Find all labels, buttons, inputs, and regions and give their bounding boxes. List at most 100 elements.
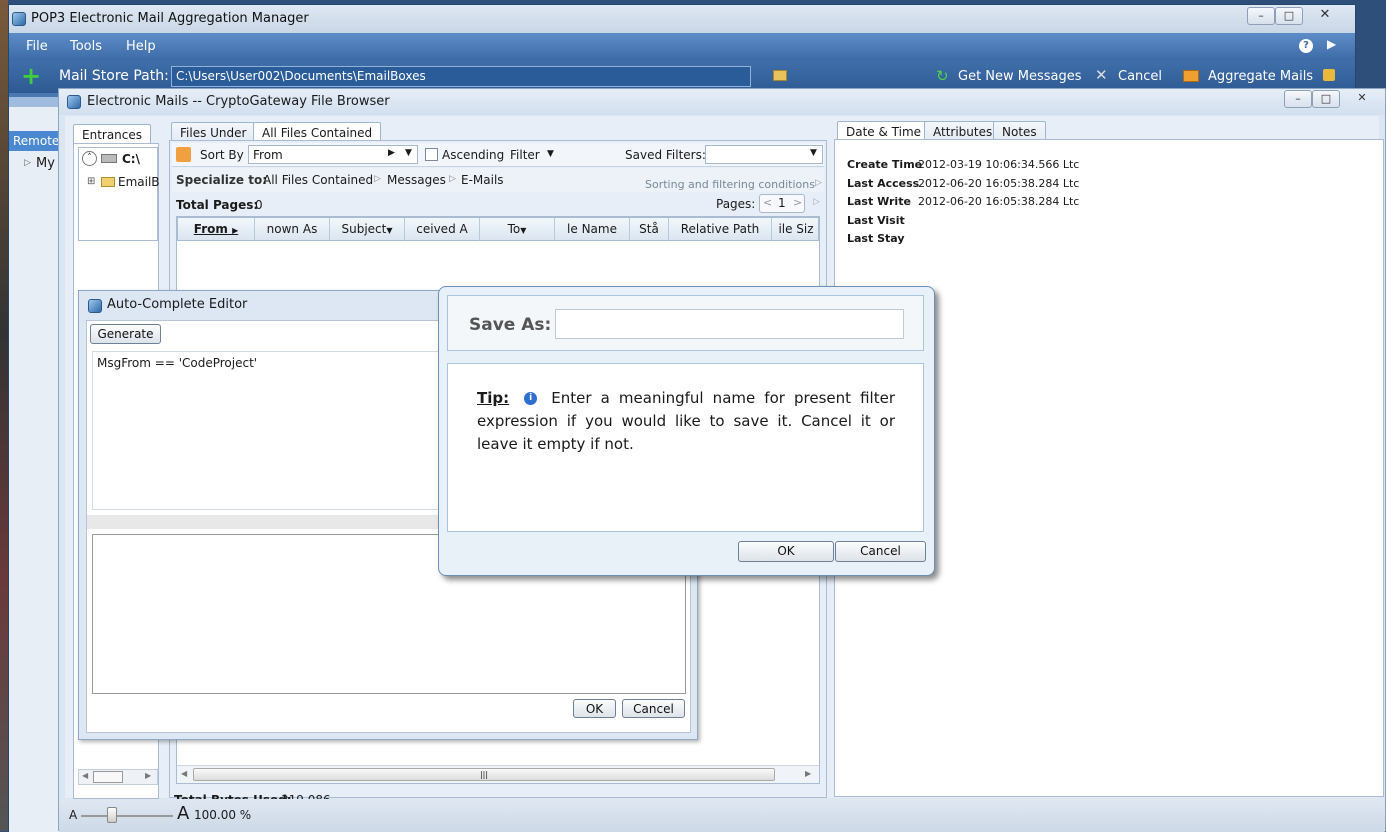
editor-title: Auto-Complete Editor [107, 297, 248, 312]
drive-label[interactable]: C:\ [122, 152, 140, 166]
chevron-right-icon[interactable]: ▶ [1327, 37, 1336, 51]
scroll-thumb[interactable] [93, 771, 123, 783]
add-icon[interactable]: + [21, 62, 41, 90]
save-cancel-button[interactable]: Cancel [835, 541, 926, 562]
last-visit-label: Last Visit [847, 214, 905, 227]
editor-cancel-button[interactable]: Cancel [622, 699, 685, 718]
saved-filters-chevron-icon: ▼ [810, 148, 817, 158]
page-navigator[interactable]: < 1 > [759, 194, 805, 213]
maximize-button[interactable]: □ [1275, 7, 1303, 25]
aggregate-mails-button[interactable]: Aggregate Mails [1208, 69, 1313, 84]
mail-store-path-input[interactable]: C:\Users\User002\Documents\EmailBoxes [171, 66, 751, 87]
breadcrumb-emails[interactable]: E-Mails [461, 173, 504, 187]
tip-label: Tip: [477, 389, 510, 407]
folder-icon [101, 177, 115, 187]
menu-help[interactable]: Help [126, 39, 156, 54]
zoom-slider-thumb[interactable] [107, 807, 117, 823]
browser-close-button[interactable]: ✕ [1344, 90, 1380, 108]
menu-tools[interactable]: Tools [70, 39, 102, 54]
aggregate-icon[interactable] [1183, 70, 1199, 82]
grid-scroll-thumb[interactable]: ||| [193, 768, 775, 781]
column-file-name[interactable]: le Name [555, 218, 630, 241]
scroll-right-icon[interactable]: ▶ [145, 771, 151, 780]
tip-panel: Tip: i Enter a meaningful name for prese… [447, 363, 924, 532]
sort-by-select[interactable]: From ▶ ▼ [248, 145, 418, 164]
desktop-background [0, 0, 8, 831]
breadcrumb-messages[interactable]: Messages [387, 173, 446, 187]
conditions-chevron-icon[interactable]: ▷ [815, 178, 822, 188]
browser-maximize-button[interactable]: □ [1312, 90, 1340, 108]
conditions-label[interactable]: Sorting and filtering conditions [645, 178, 815, 191]
minimize-button[interactable]: – [1247, 7, 1275, 25]
scroll-left-icon[interactable]: ◀ [181, 769, 187, 778]
save-ok-button[interactable]: OK [738, 541, 834, 562]
filter-menu[interactable]: Filter [510, 148, 540, 162]
scroll-left-icon[interactable]: ◀ [82, 771, 88, 780]
last-access-value: 2012-06-20 16:05:38.284 Ltc [918, 177, 1080, 190]
column-subject[interactable]: Subject▼ [330, 218, 405, 241]
tab-entrances[interactable]: Entrances [73, 124, 152, 145]
last-page-icon[interactable]: ▷ [813, 197, 820, 207]
help-icon[interactable]: ? [1299, 39, 1313, 53]
app-icon [12, 12, 26, 26]
paging-bar: Total Pages: 0 Pages: < 1 > ▷ [172, 193, 824, 215]
column-to[interactable]: To▼ [480, 218, 555, 241]
filter-icon: ▼ [386, 226, 393, 235]
main-window-title: POP3 Electronic Mail Aggregation Manager [31, 11, 309, 26]
saved-filters-label: Saved Filters: [625, 148, 706, 162]
pages-label: Pages: [716, 197, 756, 211]
close-button[interactable]: ✕ [1303, 7, 1347, 25]
filter-chevron-down-icon[interactable]: ▼ [547, 149, 554, 159]
file-browser-title-bar: Electronic Mails -- CryptoGateway File B… [59, 89, 1385, 115]
last-write-value: 2012-06-20 16:05:38.284 Ltc [918, 195, 1080, 208]
entrances-scrollbar[interactable]: ◀ ▶ [78, 769, 158, 785]
column-relative-path[interactable]: Relative Path [669, 218, 772, 241]
last-access-label: Last Access [847, 177, 920, 190]
tip-content: Tip: i Enter a meaningful name for prese… [477, 387, 895, 456]
chevron-right-icon: ▶ [388, 148, 395, 158]
column-received-at[interactable]: ceived A [405, 218, 480, 241]
column-file-size[interactable]: ile Siz [772, 218, 820, 241]
page-number[interactable]: 1 [778, 196, 786, 210]
mail-store-path-label: Mail Store Path: [59, 68, 169, 84]
remote-pane: Remote ▷ My [9, 97, 61, 832]
browser-minimize-button[interactable]: – [1284, 90, 1312, 108]
ascending-checkbox[interactable] [425, 148, 438, 161]
refresh-icon[interactable]: ↻ [936, 67, 949, 85]
cancel-icon[interactable]: ✕ [1095, 66, 1108, 84]
expression-text: MsgFrom == 'CodeProject' [97, 356, 258, 370]
save-as-dialog: Save As: Tip: i Enter a meaningful name … [438, 286, 935, 576]
expand-icon[interactable]: ▷ [24, 158, 31, 168]
sort-filter-bar: Sort By From ▶ ▼ Ascending Filter ▼ Save… [172, 143, 824, 167]
total-pages-label: Total Pages: [176, 198, 259, 212]
column-status[interactable]: Stå [630, 218, 669, 241]
next-page-icon[interactable]: > [793, 196, 802, 209]
breadcrumb-separator-icon: ▷ [374, 174, 381, 184]
column-from[interactable]: From ▶ [178, 218, 255, 241]
folder-browse-icon[interactable] [773, 70, 787, 81]
collapse-icon[interactable]: ˄ [82, 151, 97, 166]
sort-by-value: From [253, 148, 283, 162]
expand-folder-icon[interactable]: ⊞ [87, 176, 95, 187]
prev-page-icon[interactable]: < [763, 196, 772, 209]
status-bar: A A 100.00 % [59, 799, 1385, 832]
editor-ok-button[interactable]: OK [573, 699, 616, 718]
create-time-value: 2012-03-19 10:06:34.566 Ltc [918, 158, 1080, 171]
cancel-button[interactable]: Cancel [1118, 69, 1162, 84]
column-known-as[interactable]: nown As [255, 218, 330, 241]
zoom-in-label: A [177, 803, 190, 824]
get-new-messages-button[interactable]: Get New Messages [958, 69, 1082, 84]
breadcrumb-all-files[interactable]: All Files Contained [263, 173, 373, 187]
column-subject-label: Subject [341, 222, 387, 236]
zoom-slider[interactable] [81, 815, 173, 817]
browser-icon [67, 95, 81, 109]
grid-scrollbar[interactable]: ◀ ||| ▶ [177, 765, 819, 783]
generate-button[interactable]: Generate [90, 324, 161, 344]
scroll-right-icon[interactable]: ▶ [805, 769, 811, 778]
lock-icon[interactable] [1323, 69, 1335, 81]
tree-item-my[interactable]: My [36, 156, 55, 171]
saved-filters-select[interactable]: ▼ [705, 145, 823, 164]
menu-file[interactable]: File [26, 39, 48, 54]
save-as-input[interactable] [555, 309, 904, 339]
folder-label[interactable]: EmailB [118, 175, 160, 189]
